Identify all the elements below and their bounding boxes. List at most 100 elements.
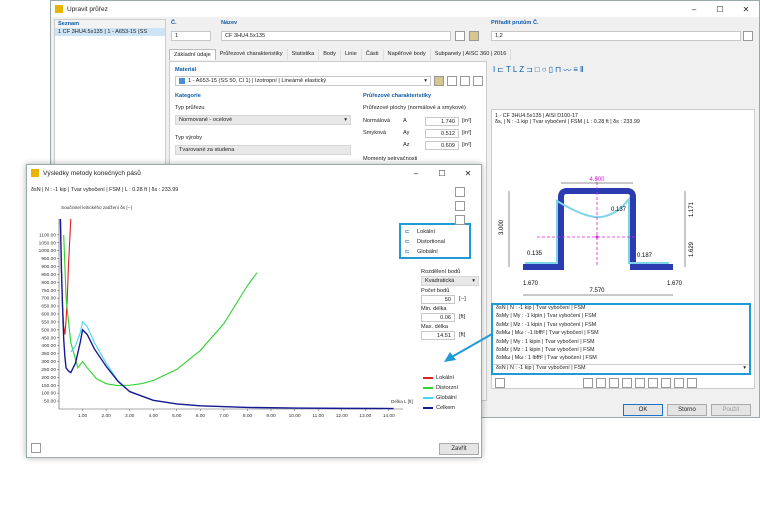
z-shape-icon[interactable]: Z: [519, 65, 524, 89]
material-new-icon[interactable]: [460, 76, 470, 86]
x-tick-label: 12.00: [336, 413, 348, 419]
cancel-button[interactable]: Storno: [667, 404, 707, 416]
load-case-list[interactable]: δsN | N : -1 kip | Tvar vybočení | FSM δ…: [491, 303, 751, 375]
hat-shape-icon[interactable]: ⊓: [555, 65, 561, 89]
t-shape-icon[interactable]: T: [506, 65, 511, 89]
tab-properties[interactable]: Průřezové charakteristiky: [216, 49, 288, 60]
double-shape-icon[interactable]: Ⅱ: [580, 65, 584, 89]
tab-parts[interactable]: Části: [362, 49, 384, 60]
manuf-label: Typ výroby: [175, 135, 203, 141]
edit-name-icon[interactable]: [455, 31, 465, 41]
count-field[interactable]: 50: [421, 294, 455, 304]
case-item[interactable]: δsMy | My : 1 kipin | Tvar vybočení | FS…: [493, 339, 749, 347]
y-tick-label: 950.00: [41, 256, 56, 262]
chevron-down-icon: ▾: [424, 78, 427, 84]
y-tick-label: 550.00: [41, 319, 56, 325]
y-tick-label: 600.00: [41, 312, 56, 318]
case-item[interactable]: δsMz | Mz : -1 kipin | Tvar vybočení | F…: [493, 322, 749, 330]
export-icon[interactable]: [31, 443, 41, 453]
list-header: Seznam: [55, 20, 165, 28]
l-shape-icon[interactable]: L: [513, 65, 517, 89]
apply-button[interactable]: Použít: [711, 404, 751, 416]
deck-shape-icon[interactable]: 〰: [563, 65, 571, 89]
settings-icon[interactable]: [687, 378, 697, 388]
more-shape-icon[interactable]: ≡: [573, 65, 578, 89]
min-field[interactable]: 0.06: [421, 312, 455, 322]
dim-lflange-text: 1.670: [523, 281, 539, 287]
x-tick-label: 5.00: [172, 413, 182, 419]
select-members-icon[interactable]: [743, 31, 753, 41]
case-item[interactable]: δsMz | Mz : 1 kipin | Tvar vybočení | FS…: [493, 347, 749, 355]
axes-icon[interactable]: [622, 378, 632, 388]
channel-shape-icon[interactable]: ⊏: [497, 65, 504, 89]
type-select[interactable]: Normované - ocelové ▾: [175, 115, 351, 125]
section-view-icon[interactable]: [455, 215, 465, 225]
close-button[interactable]: ✕: [733, 5, 759, 14]
tab-lines[interactable]: Linie: [341, 49, 362, 60]
list-item[interactable]: 1 CF 3HU4.5x135 | 1 - A653-15 (SS: [55, 28, 165, 36]
i-shape-icon[interactable]: Ι: [493, 65, 495, 89]
tab-stress-points[interactable]: Napěťové body: [384, 49, 431, 60]
name-field[interactable]: CF 3HU4.5x135: [221, 31, 451, 41]
close-button[interactable]: ✕: [455, 169, 481, 178]
chart-icon[interactable]: [455, 187, 465, 197]
chevron-down-icon: ▾: [344, 117, 347, 123]
props-subtitle: Průřezové plochy (normálové a smykové): [363, 105, 466, 111]
results-icon[interactable]: [495, 378, 505, 388]
tab-subpanels[interactable]: Subpanely | AISC 360 | 2016: [431, 49, 512, 60]
no-field[interactable]: 1: [171, 31, 211, 41]
lip-shape-icon[interactable]: ⊐: [526, 65, 533, 89]
case-selected[interactable]: δsN | N : -1 kip | Tvar vybočení | FSM ▾: [493, 363, 749, 372]
dist-select[interactable]: Kvadratická ▾: [421, 276, 479, 286]
y-tick-label: 200.00: [41, 375, 56, 381]
material-info-icon[interactable]: [473, 76, 483, 86]
legend-item: Globální: [423, 393, 475, 403]
print-icon[interactable]: [674, 378, 684, 388]
result-title-bar: Výsledky metody konečných pásů – ☐ ✕: [27, 165, 481, 181]
dims-icon[interactable]: [609, 378, 619, 388]
rect-shape-icon[interactable]: □: [535, 65, 540, 89]
assign-field[interactable]: 1,2: [491, 31, 741, 41]
round-shape-icon[interactable]: ○: [542, 65, 547, 89]
prop-row: Az 0.609 [in²]: [363, 140, 483, 150]
print-icon[interactable]: [455, 201, 465, 211]
case-item[interactable]: δsMω | Mω : 1 lbfft² | Tvar vybočení | F…: [493, 355, 749, 363]
points-icon[interactable]: [635, 378, 645, 388]
x-tick-label: 1.00: [78, 413, 88, 419]
material-edit-icon[interactable]: [447, 76, 457, 86]
y-tick-label: 500.00: [41, 327, 56, 333]
tab-statistics[interactable]: Statistika: [288, 49, 320, 60]
legend-label: Celkem: [436, 405, 455, 411]
view-icon[interactable]: [583, 378, 593, 388]
minimize-button[interactable]: –: [403, 169, 429, 178]
material-select[interactable]: 1 - A653-15 (SS 50, Cl 1) | Izotropní | …: [175, 76, 431, 86]
maximize-button[interactable]: ☐: [707, 5, 733, 14]
tab-basic[interactable]: Základní údaje: [169, 49, 216, 60]
case-item[interactable]: δsMω | Mω : -1 lbfft² | Tvar vybočení | …: [493, 330, 749, 338]
x-tick-label: 3.00: [125, 413, 135, 419]
close-result-button[interactable]: Zavřít: [439, 443, 479, 455]
material-label: Materiál: [175, 67, 197, 73]
legend-item: Distorzní: [423, 383, 475, 393]
lines-icon[interactable]: [648, 378, 658, 388]
minimize-button[interactable]: –: [681, 5, 707, 14]
ok-button[interactable]: OK: [623, 404, 663, 416]
prop-unit: [in²]: [462, 142, 472, 148]
case-item[interactable]: δsMy | My : -1 kipin | Tvar vybočení | F…: [493, 313, 749, 321]
grid-icon[interactable]: [661, 378, 671, 388]
library-icon[interactable]: [469, 31, 479, 41]
tube-shape-icon[interactable]: ▯: [549, 65, 553, 89]
prop-unit: [in²]: [462, 118, 472, 124]
dim-rflange-text: 1.670: [667, 281, 683, 287]
legend-swatch: [423, 377, 433, 379]
tab-points[interactable]: Body: [319, 49, 341, 60]
y-axis-label: Součinitel kritického zatížení δs [--]: [61, 205, 132, 210]
maximize-button[interactable]: ☐: [429, 169, 455, 178]
dist-label: Rozdělení bodů: [421, 269, 461, 275]
legend-item: Celkem: [423, 403, 475, 413]
y-tick-label: 750.00: [41, 288, 56, 294]
section-icon[interactable]: [596, 378, 606, 388]
material-library-icon[interactable]: [434, 76, 444, 86]
case-item[interactable]: δsN | N : -1 kip | Tvar vybočení | FSM: [493, 305, 749, 313]
shape-toolbar: Ι ⊏ T L Z ⊐ □ ○ ▯ ⊓ 〰 ≡ Ⅱ: [493, 65, 755, 89]
